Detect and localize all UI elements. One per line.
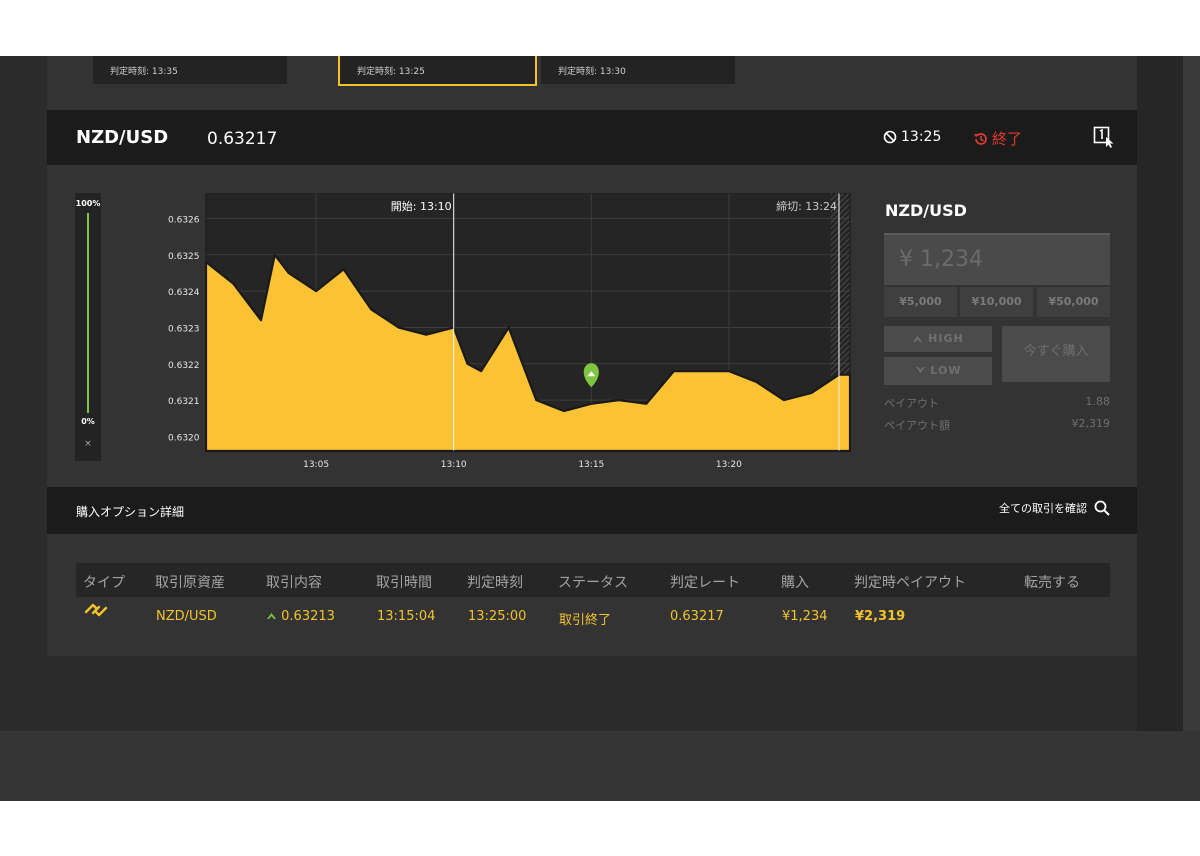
low-button[interactable]: LOW [884, 357, 992, 385]
probability-gauge: 100% 0% × [75, 193, 101, 461]
y-tick-label: 0.6323 [168, 324, 200, 334]
x-tick-label: 13:05 [303, 460, 329, 470]
column-header: 判定時刻 [467, 575, 523, 591]
payout-label: ペイアウト [884, 397, 939, 410]
single-chart-icon[interactable] [1093, 126, 1115, 148]
trade-symbol: NZD/USD [885, 201, 967, 220]
expiry-card-1325[interactable]: 判定時刻: 13:25 [338, 56, 537, 86]
row-payout: ¥2,319 [855, 609, 906, 624]
preset-10000-button[interactable]: ¥10,000 [960, 287, 1033, 317]
y-tick-label: 0.6322 [168, 361, 200, 371]
expiry-card-label: 判定時刻: 13:30 [558, 67, 626, 77]
expiry-cards: 判定時刻: 13:35 判定時刻: 13:25 判定時刻: 13:30 [93, 56, 735, 86]
expiry-card-1335[interactable]: 判定時刻: 13:35 [93, 56, 287, 84]
prohibited-icon [883, 130, 897, 144]
price-chart[interactable]: 0.6326 0.6325 0.6324 0.6323 0.6322 0.6321 0.63… [102, 193, 862, 483]
y-tick-label: 0.6324 [168, 288, 200, 298]
preset-50000-button[interactable]: ¥50,000 [1037, 287, 1110, 317]
expiry-card-1330[interactable]: 判定時刻: 13:30 [541, 56, 735, 84]
end-label: 締切: 13:24 [776, 199, 837, 213]
y-tick-label: 0.6326 [168, 215, 200, 225]
footer-band [0, 731, 1200, 801]
options-table-header: タイプ 取引原資産 取引内容 取引時間 判定時刻 ステータス 判定レート 購入 … [76, 563, 1110, 597]
column-header: 転売する [1024, 575, 1080, 591]
asset-header: NZD/USD 0.63217 13:25 終了 [47, 110, 1137, 165]
start-label: 開始: 13:10 [391, 199, 452, 213]
row-content: 0.63213 [266, 609, 335, 624]
column-header: ステータス [558, 575, 628, 591]
row-time: 13:15:04 [377, 609, 436, 624]
column-header: 取引内容 [266, 575, 322, 591]
view-all-trades-link[interactable]: 全ての取引を確認 [999, 500, 1110, 516]
view-all-label: 全ての取引を確認 [999, 502, 1087, 515]
column-header: 購入 [781, 575, 809, 591]
gauge-bottom-label: 0% [81, 417, 95, 426]
app-root: 判定時刻: 13:35 判定時刻: 13:25 判定時刻: 13:30 NZD/… [0, 56, 1200, 801]
options-title: 購入オプション詳細 [76, 505, 185, 519]
row-asset: NZD/USD [156, 609, 217, 624]
y-tick-label: 0.6325 [168, 252, 200, 262]
column-header: 判定時ペイアウト [854, 575, 966, 591]
column-header: タイプ [83, 575, 125, 591]
row-rate: 0.63217 [670, 609, 724, 624]
payout-amount-label: ペイアウト額 [884, 419, 950, 432]
expiry-card-label: 判定時刻: 13:35 [110, 67, 178, 77]
gauge-close-button[interactable]: × [75, 439, 101, 449]
payout-amount-row: ペイアウト額 ¥2,319 [884, 417, 1110, 433]
high-button[interactable]: HIGH [884, 326, 992, 352]
status-ended: 終了 [973, 128, 1022, 149]
column-header: 取引原資産 [155, 575, 225, 591]
scrollbar-track[interactable] [1183, 56, 1200, 731]
row-judge-time: 13:25:00 [468, 609, 527, 624]
amount-input[interactable]: ¥ 1,234 [884, 233, 1110, 285]
y-tick-label: 0.6320 [168, 433, 200, 443]
link-chain-icon [84, 603, 108, 617]
row-buy: ¥1,234 [782, 609, 828, 624]
x-tick-label: 13:10 [441, 460, 467, 470]
payout-row: ペイアウト 1.88 [884, 395, 1110, 411]
buy-now-button[interactable]: 今すぐ購入 [1002, 326, 1110, 382]
payout-amount-value: ¥2,319 [1071, 417, 1111, 430]
column-header: 判定レート [670, 575, 740, 591]
arrow-up-icon [913, 336, 923, 342]
asset-price: 0.63217 [207, 129, 278, 149]
preset-5000-button[interactable]: ¥5,000 [884, 287, 957, 317]
gauge-bar [87, 213, 89, 413]
y-tick-label: 0.6321 [168, 397, 200, 407]
expiry-card-label: 判定時刻: 13:25 [357, 67, 425, 77]
status-text: 終了 [992, 130, 1023, 148]
x-tick-label: 13:20 [716, 460, 742, 470]
column-header: 取引時間 [376, 575, 432, 591]
gauge-top-label: 100% [75, 199, 101, 208]
asset-symbol: NZD/USD [76, 127, 169, 148]
trading-panel: 判定時刻: 13:35 判定時刻: 13:25 判定時刻: 13:30 NZD/… [47, 56, 1137, 656]
history-icon [974, 132, 987, 145]
search-icon [1094, 500, 1110, 516]
low-label: LOW [930, 364, 962, 377]
row-content-value: 0.63213 [281, 609, 335, 624]
arrow-down-icon [915, 367, 925, 373]
side-strip [1137, 56, 1183, 731]
high-label: HIGH [928, 332, 964, 345]
expiry-timer: 13:25 [883, 129, 941, 145]
options-bar: 購入オプション詳細 全ての取引を確認 [47, 487, 1137, 534]
row-status: 取引終了 [559, 613, 612, 628]
arrow-up-icon [267, 613, 276, 619]
payout-value: 1.88 [1085, 395, 1111, 408]
x-tick-label: 13:15 [578, 460, 604, 470]
expiry-time: 13:25 [901, 129, 942, 145]
amount-value: ¥ 1,234 [899, 247, 983, 272]
